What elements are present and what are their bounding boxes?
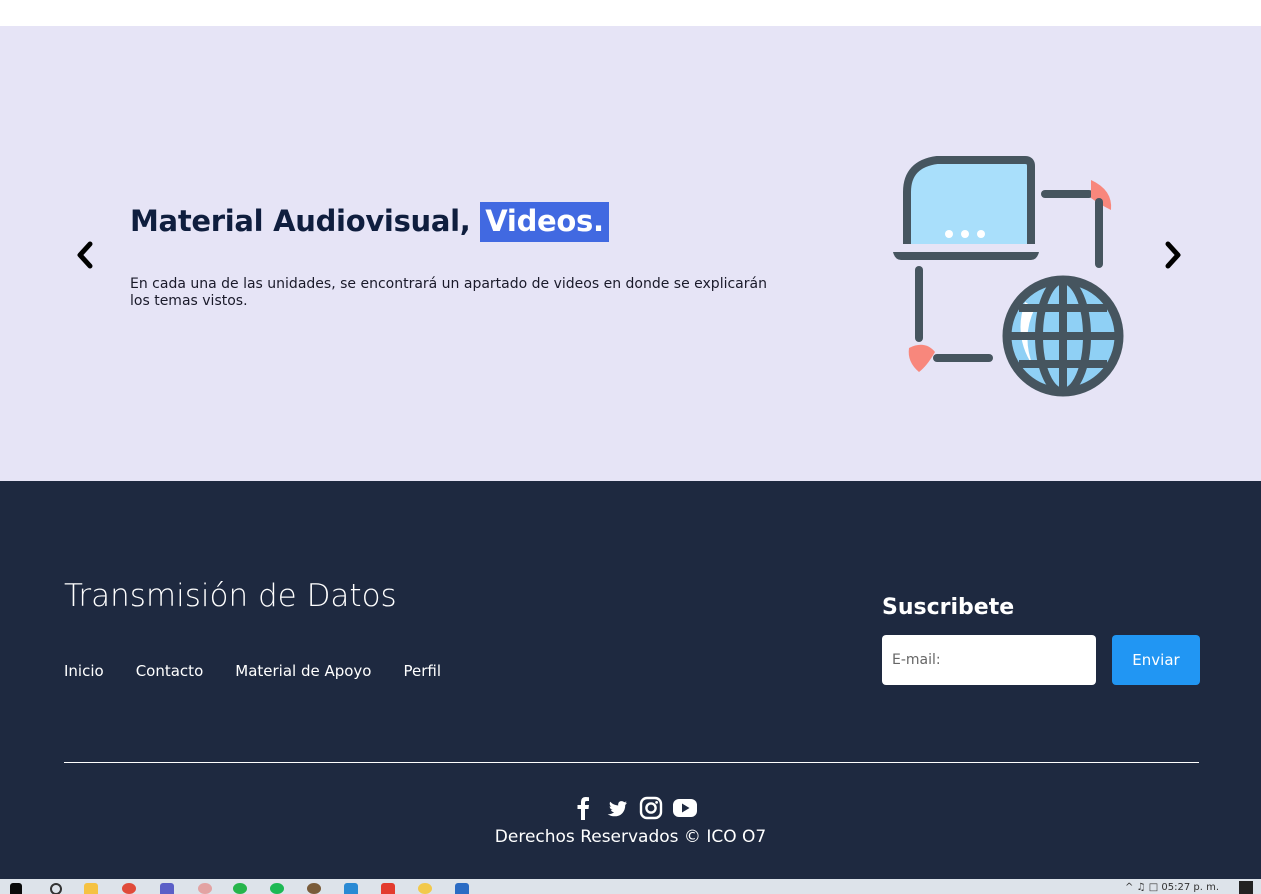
nav-link-material-de-apoyo[interactable]: Material de Apoyo [235,662,371,680]
twitter-icon[interactable] [604,795,630,821]
laptop-network-globe-icon [893,156,1124,397]
footer-brand: Transmisión de Datos [64,578,397,614]
file-explorer-icon[interactable] [84,883,98,894]
site-footer: Transmisión de Datos Inicio Contacto Mat… [0,481,1261,879]
taskbar-tray: ^ ♫ □ 05:27 p. m. [1125,882,1219,893]
windows-start-icon[interactable] [10,883,22,894]
chrome-icon[interactable] [122,883,136,894]
slide-description: En cada una de las unidades, se encontra… [130,276,767,309]
chevron-right-icon [1165,241,1181,269]
folder-icon[interactable] [418,883,432,894]
footer-divider [64,762,1199,763]
paint-icon[interactable] [198,883,212,894]
os-taskbar: ^ ♫ □ 05:27 p. m. [0,879,1261,894]
taskbar-clock: 05:27 p. m. [1161,882,1219,893]
top-bar [0,0,1261,26]
app-icon[interactable] [307,883,321,894]
footer-nav: Inicio Contacto Material de Apoyo Perfil [64,662,441,680]
search-icon[interactable] [50,883,62,894]
social-links [570,795,698,821]
spotify-icon[interactable] [270,883,284,894]
chevron-left-icon [77,241,93,269]
slide-title: Material Audiovisual, Videos. [130,202,609,242]
nav-link-perfil[interactable]: Perfil [404,662,442,680]
word-icon[interactable] [455,883,469,894]
brave-icon[interactable] [381,883,395,894]
copyright-text: Derechos Reservados © ICO O7 [494,827,767,847]
nav-link-inicio[interactable]: Inicio [64,662,104,680]
slider-prev-button[interactable] [71,237,99,273]
vscode-icon[interactable] [344,883,358,894]
hero-slider: Material Audiovisual, Videos. En cada un… [0,26,1261,481]
slider-next-button[interactable] [1159,237,1187,273]
notifications-icon[interactable] [1239,881,1253,894]
nav-link-contacto[interactable]: Contacto [136,662,204,680]
teams-icon[interactable] [160,883,174,894]
subscribe-title: Suscribete [882,595,1015,620]
instagram-icon[interactable] [638,795,664,821]
slide-title-text: Material Audiovisual, [130,204,481,238]
youtube-icon[interactable] [672,795,698,821]
facebook-icon[interactable] [570,795,596,821]
send-button[interactable]: Enviar [1112,635,1200,685]
email-input[interactable] [882,635,1096,685]
whatsapp-icon[interactable] [233,883,247,894]
slide-title-highlight: Videos. [480,202,609,242]
